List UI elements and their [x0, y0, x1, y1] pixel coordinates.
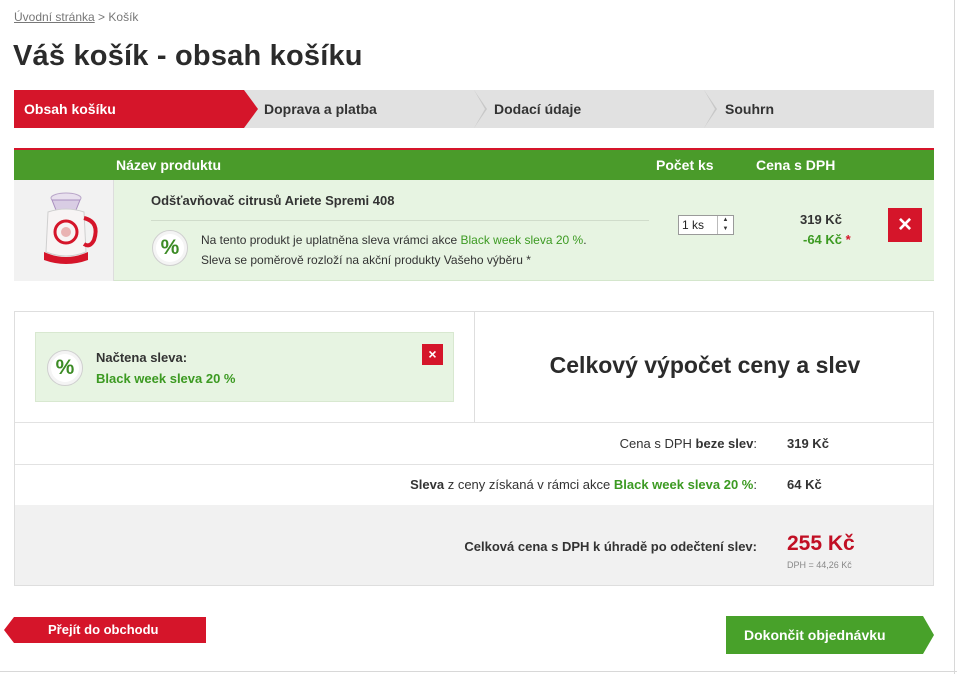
applied-discount-box: % Načtena sleva: Black week sleva 20 % ×: [35, 332, 454, 402]
discount-amount-label: Sleva z ceny získaná v rámci akce Black …: [410, 477, 757, 492]
order-summary: % Načtena sleva: Black week sleva 20 % ×…: [14, 311, 934, 586]
discount-note-line1: Na tento produkt je uplatněna sleva vrám…: [201, 230, 587, 250]
total-band: Celková cena s DPH k úhradě po odečtení …: [15, 505, 933, 585]
discount-note-promo: Black week sleva 20 %: [460, 233, 584, 247]
step-cart-contents[interactable]: Obsah košíku: [14, 90, 244, 128]
summary-heading: Celkový výpočet ceny a slev: [549, 352, 861, 378]
remove-discount-button[interactable]: ×: [422, 344, 443, 365]
back-to-shop-button[interactable]: Přejít do obchodu: [4, 617, 206, 643]
discount-note-suffix: .: [583, 233, 587, 247]
quantity-spinner[interactable]: ▲ ▼: [717, 216, 733, 234]
product-name-link[interactable]: Odšťavňovač citrusů Ariete Spremi 408: [151, 193, 394, 208]
total-price-label: Celková cena s DPH k úhradě po odečtení …: [464, 539, 757, 554]
price-without-discount-value: 319 Kč: [787, 436, 829, 451]
step-active-arrow: [244, 90, 258, 128]
checkout-steps: Obsah košíku Doprava a platba Dodací úda…: [14, 90, 934, 128]
step-delivery-details[interactable]: Dodací údaje: [494, 90, 581, 128]
label-colon: :: [753, 436, 757, 451]
label-promo: Black week sleva 20 %: [613, 477, 754, 492]
cart-table-header: Název produktu Počet ks Cena s DPH: [14, 148, 934, 180]
col-quantity: Počet ks: [656, 157, 714, 173]
quantity-value: 1 ks: [682, 218, 705, 232]
step-shipping-payment[interactable]: Doprava a platba: [264, 90, 377, 128]
cart-item-row: Odšťavňovač citrusů Ariete Spremi 408 % …: [14, 180, 934, 281]
product-discount-note: Na tento produkt je uplatněna sleva vrám…: [201, 230, 587, 270]
step-separator-inner: [704, 90, 715, 128]
label-bold: Sleva: [410, 477, 445, 492]
spinner-up-icon[interactable]: ▲: [718, 216, 733, 225]
breadcrumb: Úvodní stránka > Košík: [14, 10, 138, 24]
label-text: z ceny získaná v rámci akce: [444, 477, 614, 492]
summary-divider: [15, 464, 933, 465]
label-colon: :: [753, 477, 757, 492]
product-price: 319 Kč: [800, 212, 842, 227]
step-summary[interactable]: Souhrn: [725, 90, 774, 128]
quantity-stepper[interactable]: 1 ks ▲ ▼: [678, 215, 734, 235]
remove-item-button[interactable]: ×: [888, 208, 922, 242]
discount-amount-value: 64 Kč: [787, 477, 822, 492]
citrus-juicer-image: [44, 192, 98, 264]
breadcrumb-separator: >: [94, 10, 109, 24]
breadcrumb-home-link[interactable]: Úvodní stránka: [14, 10, 95, 24]
total-price-value: 255 Kč: [787, 532, 855, 555]
product-divider: [151, 220, 649, 221]
page-title: Váš košík - obsah košíku: [13, 40, 363, 72]
applied-discount-title: Načtena sleva:: [96, 350, 188, 365]
step-separator-inner: [474, 90, 485, 128]
product-discount-amount: -64 Kč *: [803, 232, 851, 247]
page-frame-bottom: [0, 671, 957, 672]
discount-asterisk: *: [845, 232, 851, 247]
discount-note-line2: Sleva se poměrově rozloží na akční produ…: [201, 253, 531, 267]
total-vat-value: DPH = 44,26 Kč: [787, 560, 852, 570]
spinner-down-icon[interactable]: ▼: [718, 225, 733, 234]
percent-icon: %: [152, 230, 188, 266]
label-bold: beze slev: [695, 436, 754, 451]
product-image[interactable]: [14, 180, 114, 281]
col-product-name: Název produktu: [116, 157, 222, 173]
summary-divider: [15, 422, 933, 423]
col-price: Cena s DPH: [756, 157, 836, 173]
discount-note-prefix: Na tento produkt je uplatněna sleva vrám…: [201, 233, 461, 247]
breadcrumb-current: Košík: [108, 10, 139, 24]
applied-discount-name: Black week sleva 20 %: [96, 371, 236, 386]
percent-icon: %: [47, 350, 83, 386]
complete-order-button[interactable]: Dokončit objednávku: [726, 616, 934, 654]
page-frame-right: [954, 0, 955, 674]
price-without-discount-label: Cena s DPH beze slev:: [620, 436, 757, 451]
label-text: Cena s DPH: [619, 436, 696, 451]
product-discount-value: -64 Kč: [803, 232, 843, 247]
